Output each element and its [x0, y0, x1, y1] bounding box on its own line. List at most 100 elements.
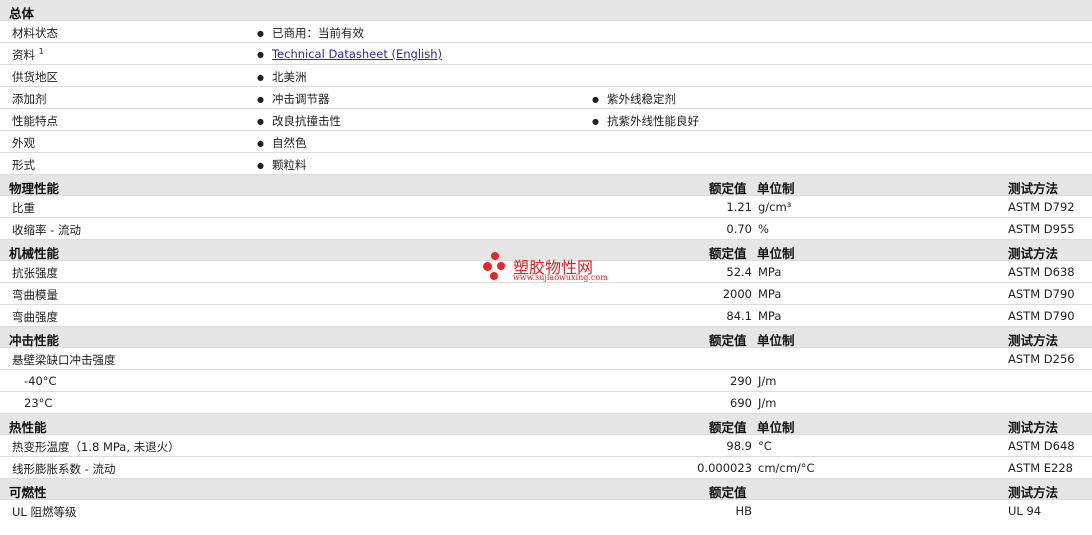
- property-label: 添加剂: [12, 92, 47, 106]
- property-row: -40°C 290 J/m: [0, 370, 1092, 392]
- property-label: 热变形温度（1.8 MPa, 未退火）: [12, 440, 180, 454]
- column-unit: 单位制: [757, 181, 795, 196]
- property-row: 性能特点 改良抗撞击性 抗紫外线性能良好: [0, 109, 1092, 131]
- property-label: UL 阻燃等级: [12, 505, 77, 519]
- unit-value: J/m: [758, 374, 777, 388]
- column-nominal: 额定值: [709, 485, 747, 500]
- section-header-impact: 冲击性能 额定值 单位制 测试方法: [0, 327, 1092, 348]
- section-title: 物理性能: [9, 181, 60, 196]
- section-title: 可燃性: [9, 485, 47, 500]
- property-row: 收缩率 - 流动 0.70 % ASTM D955: [0, 218, 1092, 240]
- unit-value: MPa: [758, 287, 782, 301]
- nominal-value: 1.21: [726, 200, 752, 214]
- unit-value: %: [758, 222, 769, 236]
- column-nominal: 额定值: [709, 181, 747, 196]
- test-method: ASTM D648: [1008, 439, 1075, 453]
- property-value: 颗粒料: [257, 157, 307, 173]
- property-row: 23°C 690 J/m: [0, 392, 1092, 414]
- technical-datasheet-link[interactable]: Technical Datasheet (English): [272, 47, 442, 61]
- column-method: 测试方法: [1008, 420, 1059, 435]
- test-method: ASTM D955: [1008, 222, 1075, 236]
- property-row: 比重 1.21 g/cm³ ASTM D792: [0, 196, 1092, 218]
- property-row: 抗张强度 52.4 MPa ASTM D638: [0, 261, 1092, 283]
- property-label: 悬壁梁缺口冲击强度: [12, 353, 116, 367]
- unit-value: °C: [758, 439, 772, 453]
- property-row: 供货地区 北美洲: [0, 65, 1092, 87]
- column-nominal: 额定值: [709, 420, 747, 435]
- nominal-value: 84.1: [726, 309, 752, 323]
- nominal-value: 52.4: [726, 265, 752, 279]
- section-header-physical: 物理性能 额定值 单位制 测试方法: [0, 175, 1092, 196]
- section-header-general: 总体: [0, 0, 1092, 21]
- section-title: 总体: [9, 6, 35, 21]
- section-header-thermal: 热性能 额定值 单位制 测试方法: [0, 414, 1092, 435]
- property-row: 外观 自然色: [0, 131, 1092, 153]
- test-method: ASTM D792: [1008, 200, 1075, 214]
- datasheet: 总体 材料状态 已商用：当前有效 资料 1 Technical Datashee…: [0, 0, 1092, 535]
- column-method: 测试方法: [1008, 485, 1059, 500]
- property-label: 比重: [12, 201, 35, 215]
- property-row: 线形膨胀系数 - 流动 0.000023 cm/cm/°C ASTM E228: [0, 457, 1092, 479]
- property-value: 抗紫外线性能良好: [592, 113, 699, 129]
- unit-value: J/m: [758, 396, 777, 410]
- property-row: 形式 颗粒料: [0, 153, 1092, 175]
- property-row: 悬壁梁缺口冲击强度 ASTM D256: [0, 348, 1092, 370]
- section-title: 冲击性能: [9, 333, 60, 348]
- nominal-value: 290: [730, 374, 752, 388]
- property-value: 北美洲: [257, 69, 307, 85]
- property-row: UL 阻燃等级 HB UL 94: [0, 500, 1092, 522]
- property-value: 冲击调节器: [257, 91, 330, 107]
- nominal-value: HB: [735, 504, 752, 518]
- section-title: 热性能: [9, 420, 47, 435]
- property-label: 弯曲模量: [12, 288, 58, 302]
- property-label: 材料状态: [12, 26, 58, 40]
- nominal-value: 2000: [722, 287, 752, 301]
- unit-value: cm/cm/°C: [758, 461, 815, 475]
- section-title: 机械性能: [9, 246, 60, 261]
- test-method: ASTM D638: [1008, 265, 1075, 279]
- unit-value: g/cm³: [758, 200, 792, 214]
- property-label: 供货地区: [12, 70, 58, 84]
- property-label: 23°C: [24, 396, 53, 410]
- unit-value: MPa: [758, 265, 782, 279]
- property-label: 形式: [12, 158, 35, 172]
- nominal-value: 690: [730, 396, 752, 410]
- property-label: 外观: [12, 136, 35, 150]
- nominal-value: 0.70: [726, 222, 752, 236]
- property-row: 添加剂 冲击调节器 紫外线稳定剂: [0, 87, 1092, 109]
- column-unit: 单位制: [757, 333, 795, 348]
- test-method: ASTM E228: [1008, 461, 1073, 475]
- footnote-marker: 1: [38, 47, 44, 57]
- property-row: 材料状态 已商用：当前有效: [0, 21, 1092, 43]
- section-header-mechanical: 机械性能 额定值 单位制 测试方法: [0, 240, 1092, 261]
- property-value: 已商用：当前有效: [257, 25, 364, 41]
- nominal-value: 98.9: [726, 439, 752, 453]
- nominal-value: 0.000023: [697, 461, 752, 475]
- test-method: UL 94: [1008, 504, 1042, 518]
- column-unit: 单位制: [757, 246, 795, 261]
- test-method: ASTM D790: [1008, 309, 1075, 323]
- column-method: 测试方法: [1008, 246, 1059, 261]
- column-nominal: 额定值: [709, 333, 747, 348]
- property-label: 收缩率 - 流动: [12, 223, 81, 237]
- property-label: 线形膨胀系数 - 流动: [12, 462, 116, 476]
- property-label: 抗张强度: [12, 266, 58, 280]
- property-label: -40°C: [24, 374, 57, 388]
- property-row: 弯曲强度 84.1 MPa ASTM D790: [0, 305, 1092, 327]
- column-unit: 单位制: [757, 420, 795, 435]
- property-label: 资料: [12, 48, 35, 62]
- column-nominal: 额定值: [709, 246, 747, 261]
- property-row: 资料 1 Technical Datasheet (English): [0, 43, 1092, 65]
- column-method: 测试方法: [1008, 181, 1059, 196]
- property-label: 性能特点: [12, 114, 58, 128]
- property-label: 弯曲强度: [12, 310, 58, 324]
- test-method: ASTM D790: [1008, 287, 1075, 301]
- unit-value: MPa: [758, 309, 782, 323]
- column-method: 测试方法: [1008, 333, 1059, 348]
- property-value: 改良抗撞击性: [257, 113, 341, 129]
- property-row: 弯曲模量 2000 MPa ASTM D790: [0, 283, 1092, 305]
- section-header-flammability: 可燃性 额定值 测试方法: [0, 479, 1092, 500]
- test-method: ASTM D256: [1008, 352, 1075, 366]
- property-value: 紫外线稳定剂: [592, 91, 676, 107]
- property-row: 热变形温度（1.8 MPa, 未退火） 98.9 °C ASTM D648: [0, 435, 1092, 457]
